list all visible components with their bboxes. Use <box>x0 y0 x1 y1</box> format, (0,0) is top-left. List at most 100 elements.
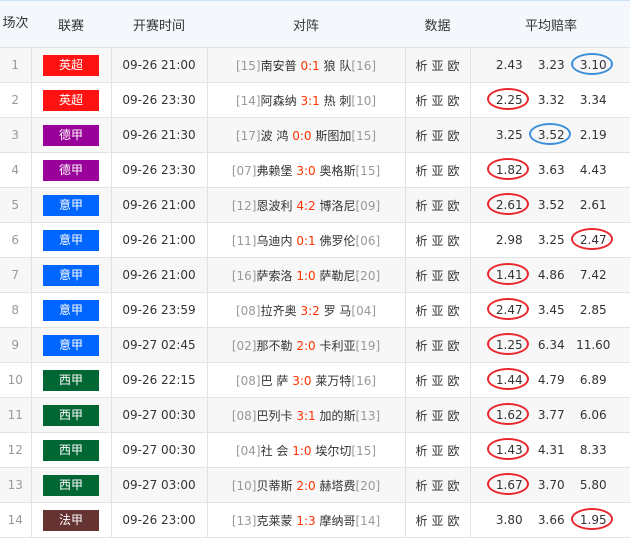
home-team[interactable]: 巴列卡 <box>257 409 293 423</box>
home-team[interactable]: 乌迪内 <box>257 234 293 248</box>
away-team[interactable]: 狼 队 <box>324 59 352 73</box>
away-team[interactable]: 莱万特 <box>315 374 351 388</box>
home-team[interactable]: 恩波利 <box>257 199 293 213</box>
match-index: 8 <box>0 292 32 328</box>
away-rank: [06] <box>355 233 381 248</box>
home-team[interactable]: 阿森纳 <box>261 94 297 108</box>
avg-odds: 2.43 3.23 3.10 <box>471 53 630 77</box>
league-badge[interactable]: 英超 <box>43 89 99 111</box>
avg-odds: 1.67 3.70 5.80 <box>471 473 630 497</box>
asian-odds-link[interactable]: 亚 <box>431 164 443 178</box>
euro-odds-link[interactable]: 欧 <box>448 129 460 143</box>
asian-odds-link[interactable]: 亚 <box>431 339 443 353</box>
analysis-link[interactable]: 析 <box>415 304 427 318</box>
away-team[interactable]: 加的斯 <box>319 409 355 423</box>
analysis-link[interactable]: 析 <box>415 234 427 248</box>
euro-odds-link[interactable]: 欧 <box>448 479 460 493</box>
home-team[interactable]: 克莱蒙 <box>257 514 293 528</box>
analysis-link[interactable]: 析 <box>415 479 427 493</box>
euro-odds-link[interactable]: 欧 <box>448 269 460 283</box>
league-badge[interactable]: 法甲 <box>43 509 99 531</box>
euro-odds-link[interactable]: 欧 <box>448 199 460 213</box>
asian-odds-link[interactable]: 亚 <box>431 199 443 213</box>
away-team[interactable]: 热 刺 <box>324 94 352 108</box>
home-team[interactable]: 贝蒂斯 <box>257 479 293 493</box>
asian-odds-link[interactable]: 亚 <box>431 234 443 248</box>
away-team[interactable]: 佛罗伦 <box>319 234 355 248</box>
league-badge[interactable]: 意甲 <box>43 334 99 356</box>
league-badge[interactable]: 意甲 <box>43 229 99 251</box>
league-badge[interactable]: 英超 <box>43 54 99 76</box>
league-badge[interactable]: 西甲 <box>43 439 99 461</box>
table-header: 场次 联赛 开赛时间 对阵 数据 平均赔率 <box>0 0 630 48</box>
data-links: 析亚欧 <box>405 152 471 188</box>
euro-odds-link[interactable]: 欧 <box>448 339 460 353</box>
euro-odds-link[interactable]: 欧 <box>448 234 460 248</box>
asian-odds-link[interactable]: 亚 <box>431 94 443 108</box>
table-body: 1 英超 09-26 21:00 [15]南安普 0:1 狼 队[16] 析亚欧… <box>0 47 630 538</box>
away-rank: [04] <box>351 303 377 318</box>
kickoff-time-text: 09-27 00:30 <box>122 408 196 422</box>
analysis-link[interactable]: 析 <box>415 59 427 73</box>
home-team[interactable]: 那不勒 <box>257 339 293 353</box>
odds-draw: 3.25 <box>537 233 565 247</box>
asian-odds-link[interactable]: 亚 <box>431 374 443 388</box>
analysis-link[interactable]: 析 <box>415 339 427 353</box>
home-team[interactable]: 萨索洛 <box>257 269 293 283</box>
away-team[interactable]: 斯图加 <box>315 129 351 143</box>
euro-odds-link[interactable]: 欧 <box>448 59 460 73</box>
euro-odds-link[interactable]: 欧 <box>448 444 460 458</box>
away-team[interactable]: 埃尔切 <box>315 444 351 458</box>
avg-odds-cell: 3.80 3.66 1.95 <box>470 502 630 538</box>
league-badge[interactable]: 西甲 <box>43 404 99 426</box>
analysis-link[interactable]: 析 <box>415 129 427 143</box>
asian-odds-link[interactable]: 亚 <box>431 129 443 143</box>
euro-odds-link[interactable]: 欧 <box>448 164 460 178</box>
euro-odds-link[interactable]: 欧 <box>448 374 460 388</box>
home-team[interactable]: 弗赖堡 <box>257 164 293 178</box>
odds-draw: 3.70 <box>537 478 565 492</box>
asian-odds-link[interactable]: 亚 <box>431 269 443 283</box>
away-team[interactable]: 奥格斯 <box>319 164 355 178</box>
analysis-link[interactable]: 析 <box>415 409 427 423</box>
away-team[interactable]: 赫塔费 <box>319 479 355 493</box>
analysis-link[interactable]: 析 <box>415 164 427 178</box>
euro-odds-link[interactable]: 欧 <box>448 94 460 108</box>
analysis-link[interactable]: 析 <box>415 199 427 213</box>
asian-odds-link[interactable]: 亚 <box>431 59 443 73</box>
euro-odds-link[interactable]: 欧 <box>448 514 460 528</box>
asian-odds-link[interactable]: 亚 <box>431 514 443 528</box>
away-team[interactable]: 卡利亚 <box>319 339 355 353</box>
away-team[interactable]: 摩纳哥 <box>319 514 355 528</box>
asian-odds-link[interactable]: 亚 <box>431 479 443 493</box>
league-badge[interactable]: 意甲 <box>43 264 99 286</box>
league-badge[interactable]: 意甲 <box>43 194 99 216</box>
analysis-link[interactable]: 析 <box>415 444 427 458</box>
home-team[interactable]: 拉齐奥 <box>261 304 297 318</box>
away-team[interactable]: 萨勒尼 <box>319 269 355 283</box>
home-team[interactable]: 社 会 <box>261 444 289 458</box>
away-team[interactable]: 博洛尼 <box>319 199 355 213</box>
league-badge[interactable]: 德甲 <box>43 159 99 181</box>
avg-odds: 3.25 3.52 2.19 <box>471 123 630 147</box>
home-team[interactable]: 巴 萨 <box>261 374 289 388</box>
away-team[interactable]: 罗 马 <box>324 304 352 318</box>
home-team[interactable]: 南安普 <box>261 59 297 73</box>
league-badge[interactable]: 意甲 <box>43 299 99 321</box>
home-team[interactable]: 波 鸿 <box>261 129 289 143</box>
league-badge[interactable]: 西甲 <box>43 369 99 391</box>
analysis-link[interactable]: 析 <box>415 374 427 388</box>
league-badge[interactable]: 德甲 <box>43 124 99 146</box>
asian-odds-link[interactable]: 亚 <box>431 409 443 423</box>
odds-away-win: 3.34 <box>579 93 607 107</box>
euro-odds-link[interactable]: 欧 <box>448 304 460 318</box>
asian-odds-link[interactable]: 亚 <box>431 304 443 318</box>
analysis-link[interactable]: 析 <box>415 269 427 283</box>
analysis-link[interactable]: 析 <box>415 514 427 528</box>
avg-odds-cell: 2.43 3.23 3.10 <box>470 47 630 83</box>
asian-odds-link[interactable]: 亚 <box>431 444 443 458</box>
league-badge[interactable]: 西甲 <box>43 474 99 496</box>
analysis-link[interactable]: 析 <box>415 94 427 108</box>
league-cell: 西甲 <box>31 362 112 398</box>
euro-odds-link[interactable]: 欧 <box>448 409 460 423</box>
